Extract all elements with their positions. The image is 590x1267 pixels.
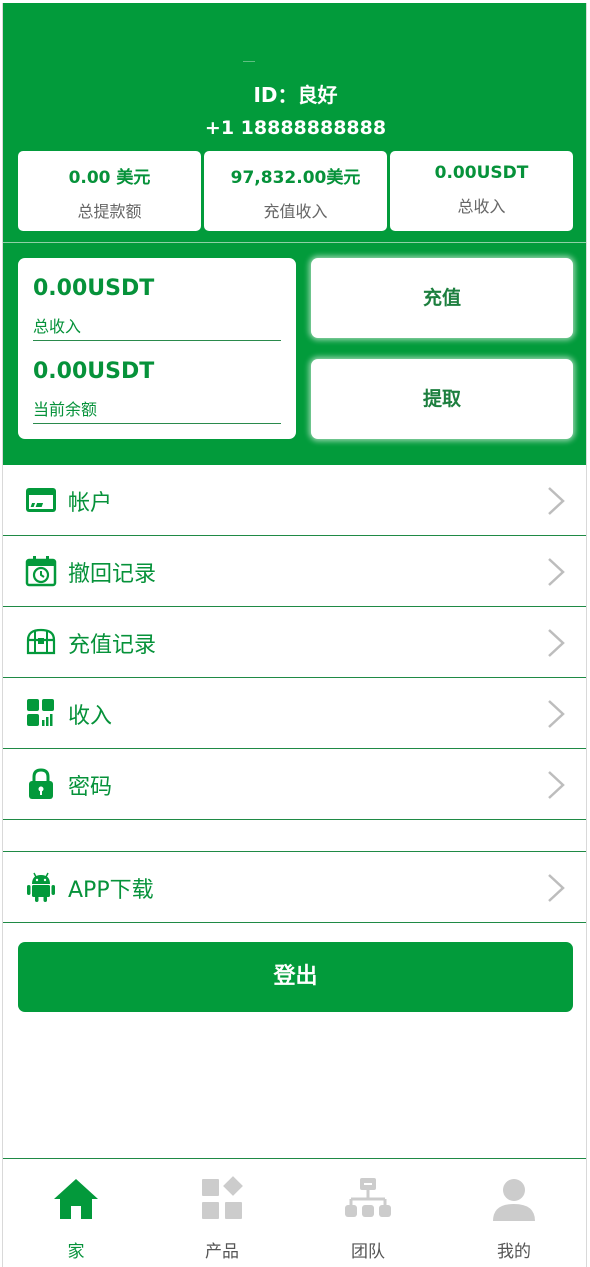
menu-label: 充值记录	[68, 633, 157, 658]
stat-value: 97,832.00美元	[230, 168, 361, 188]
menu-item-account[interactable]: 帐户	[3, 465, 586, 536]
products-icon	[202, 1176, 243, 1219]
treasure-chest-icon	[26, 628, 56, 655]
stat-value: 0.00USDT	[434, 163, 529, 183]
menu-item-recharge-records[interactable]: 充值记录	[3, 607, 586, 678]
balance-divider	[33, 423, 281, 424]
stat-recharge-income: 97,832.00美元 充值收入	[204, 151, 387, 231]
income-value: 0.00USDT	[33, 276, 155, 301]
chevron-right-icon	[548, 874, 565, 902]
chevron-right-icon	[548, 487, 565, 515]
tab-mine[interactable]: 我的	[441, 1159, 586, 1267]
tab-home[interactable]: 家	[3, 1159, 149, 1267]
menu-label: 密码	[68, 775, 113, 800]
withdraw-button[interactable]: 提取	[311, 359, 573, 439]
grid-chart-icon	[27, 699, 54, 726]
tab-label: 团队	[351, 1242, 385, 1262]
user-icon	[493, 1179, 535, 1221]
menu-label: APP下载	[68, 878, 154, 903]
chevron-right-icon	[548, 558, 565, 586]
user-id: ID：良好	[253, 83, 338, 107]
chevron-right-icon	[548, 629, 565, 657]
stat-value: 0.00 美元	[68, 168, 151, 188]
menu-item-income[interactable]: 收入	[3, 678, 586, 749]
stat-label: 总提款额	[77, 202, 142, 221]
tab-label: 产品	[205, 1242, 239, 1262]
menu-item-app-download[interactable]: APP下载	[3, 852, 586, 923]
menu-label: 撤回记录	[68, 562, 157, 587]
lock-icon	[29, 768, 53, 799]
bottom-tab-bar: 家 产品 团队 我的	[3, 1158, 586, 1267]
profile-header: ID：良好 +1 18888888888 0.00 美元 总提款额 97,832…	[3, 3, 586, 465]
stat-label: 充值收入	[263, 202, 328, 221]
menu-item-withdraw-records[interactable]: 撤回记录	[3, 536, 586, 607]
card-icon	[26, 488, 56, 512]
app-frame: ID：良好 +1 18888888888 0.00 美元 总提款额 97,832…	[2, 3, 587, 1267]
menu-item-password[interactable]: 密码	[3, 749, 586, 820]
recharge-button[interactable]: 充值	[311, 258, 573, 338]
team-icon	[345, 1178, 391, 1217]
home-icon	[54, 1179, 98, 1219]
current-balance-value: 0.00USDT	[33, 359, 155, 384]
header-dash	[243, 61, 255, 62]
tab-products[interactable]: 产品	[149, 1159, 295, 1267]
tab-team[interactable]: 团队	[295, 1159, 441, 1267]
stat-label: 总收入	[457, 197, 506, 216]
chevron-right-icon	[548, 700, 565, 728]
stat-total-income: 0.00USDT 总收入	[390, 151, 573, 231]
balance-card: 0.00USDT 总收入 0.00USDT 当前余额	[18, 258, 296, 439]
stat-total-withdrawal: 0.00 美元 总提款额	[18, 151, 201, 231]
menu-label: 收入	[68, 704, 113, 729]
current-balance-label: 当前余额	[33, 400, 98, 419]
menu-label: 帐户	[68, 491, 113, 516]
android-icon	[27, 872, 55, 902]
tab-label: 家	[67, 1242, 85, 1262]
chevron-right-icon	[548, 771, 565, 799]
header-divider	[3, 242, 586, 243]
tab-label: 我的	[497, 1242, 531, 1262]
user-phone: +1 18888888888	[204, 117, 387, 139]
calendar-clock-icon	[25, 556, 57, 587]
income-label: 总收入	[33, 317, 82, 336]
balance-divider	[33, 340, 281, 341]
logout-button[interactable]: 登出	[18, 942, 573, 1012]
